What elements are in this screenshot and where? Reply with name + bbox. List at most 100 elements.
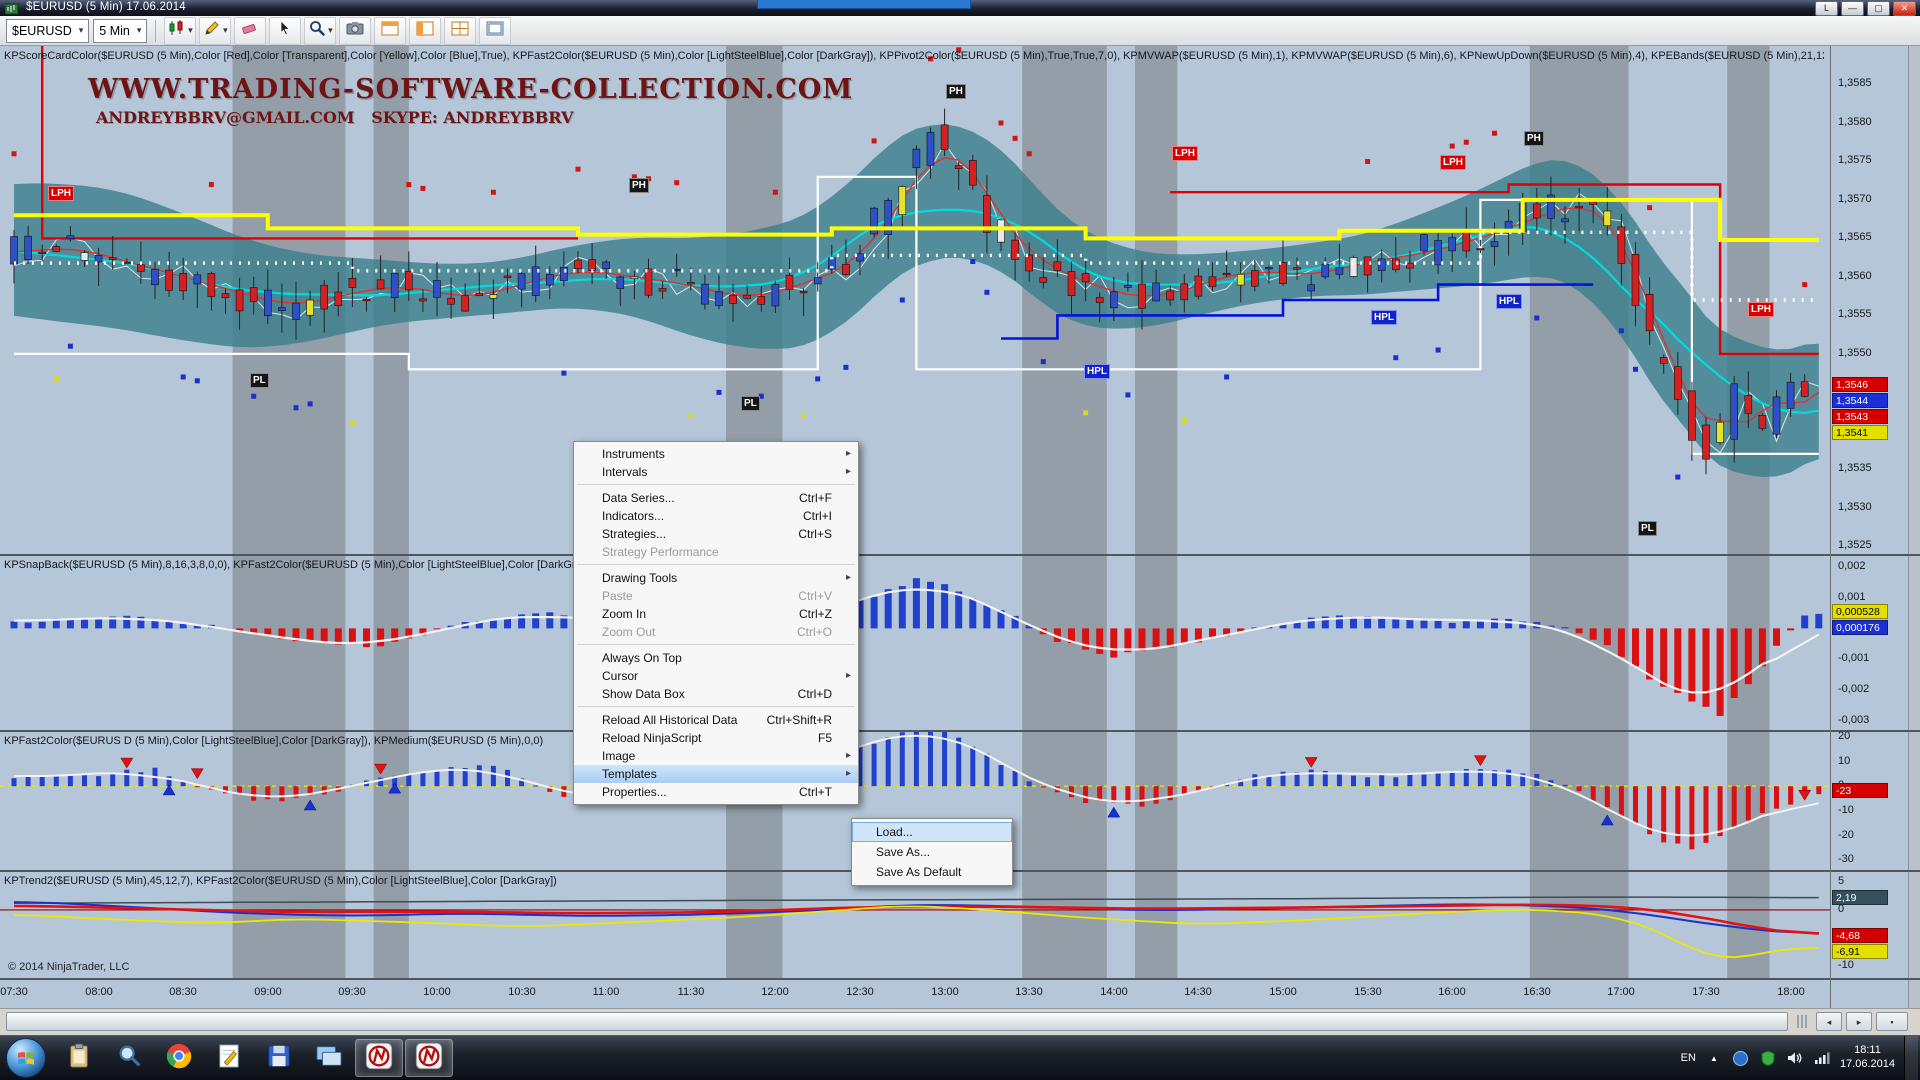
menu-item-image[interactable]: Image▸ <box>574 747 858 765</box>
menu-item-label: Zoom Out <box>602 625 655 639</box>
clock-date: 17.06.2014 <box>1840 1058 1895 1072</box>
taskbar-icon-clipboard[interactable] <box>55 1039 103 1077</box>
lock-button[interactable]: L <box>1815 1 1838 16</box>
price-label: 1,3535 <box>1838 462 1908 474</box>
cursor-button[interactable] <box>269 17 301 45</box>
price-label: 1,3585 <box>1838 77 1908 89</box>
taskbar-icon-notepad[interactable] <box>205 1039 253 1077</box>
zoom-icon <box>308 19 326 42</box>
chevron-down-icon: ▾ <box>328 25 333 36</box>
horizontal-scrollbar[interactable]: ◂ ▸ ▪ <box>0 1008 1920 1035</box>
taskbar-icon-screens[interactable] <box>305 1039 353 1077</box>
time-label: 11:30 <box>669 986 713 998</box>
menu-item-label: Zoom In <box>602 607 646 621</box>
menu-item-instruments[interactable]: Instruments▸ <box>574 445 858 463</box>
maximize-button[interactable]: ▢ <box>1867 1 1890 16</box>
chart-annotation-ph: PH <box>946 84 966 99</box>
show-desktop-button[interactable] <box>1904 1036 1918 1080</box>
panel-divider[interactable] <box>0 554 1920 556</box>
menu-item-show-data-box[interactable]: Show Data BoxCtrl+D <box>574 685 858 703</box>
taskbar-icon-ninjatrader-2[interactable] <box>405 1039 453 1077</box>
app-icon <box>5 2 19 13</box>
time-label: 09:00 <box>246 986 290 998</box>
show-hidden-icons[interactable]: ▲ <box>1705 1049 1723 1067</box>
tray-app-icon[interactable] <box>1732 1049 1750 1067</box>
menu-item-label: Always On Top <box>602 651 682 665</box>
panel4-indicator-header: KPTrend2($EURUSD (5 Min),45,12,7), KPFas… <box>4 875 557 887</box>
price-label: -30 <box>1838 853 1908 865</box>
pencil-button[interactable]: ▾ <box>199 17 231 45</box>
language-indicator[interactable]: EN <box>1681 1052 1696 1064</box>
zoom-button[interactable]: ▾ <box>304 17 336 45</box>
price-axis-border <box>1830 46 1831 1008</box>
layout-3-button[interactable] <box>444 17 476 45</box>
menu-item-properties[interactable]: Properties...Ctrl+T <box>574 783 858 801</box>
price-label: -0,002 <box>1838 683 1908 695</box>
ninjatrader-icon <box>415 1042 443 1075</box>
taskbar-icon-ninjatrader[interactable] <box>355 1039 403 1077</box>
scrollbar-thumb[interactable] <box>6 1012 1788 1031</box>
taskbar-icon-search[interactable] <box>105 1039 153 1077</box>
price-value-box: -23 <box>1832 783 1888 798</box>
chart-annotation-ph: PH <box>629 178 649 193</box>
menu-item-cursor[interactable]: Cursor▸ <box>574 667 858 685</box>
interval-selector[interactable]: 5 Min ▾ <box>93 19 147 43</box>
menu-item-strategy-performance: Strategy Performance <box>574 543 858 561</box>
menu-item-indicators[interactable]: Indicators...Ctrl+I <box>574 507 858 525</box>
menu-item-shortcut: F5 <box>818 729 832 747</box>
menu-item-label: Load... <box>876 825 913 839</box>
menu-item-label: Image <box>602 749 635 763</box>
price-label: 1,3565 <box>1838 231 1908 243</box>
start-button[interactable] <box>6 1038 46 1078</box>
scrollbar-corner-button[interactable]: ▪ <box>1876 1012 1908 1031</box>
volume-icon[interactable] <box>1786 1049 1804 1067</box>
menu-item-zoom-out: Zoom OutCtrl+O <box>574 623 858 641</box>
time-label: 10:00 <box>415 986 459 998</box>
clipboard-icon <box>66 1041 92 1076</box>
panel-divider[interactable] <box>0 730 1920 732</box>
menu-item-always-on-top[interactable]: Always On Top <box>574 649 858 667</box>
menu-item-data-series[interactable]: Data Series...Ctrl+F <box>574 489 858 507</box>
antivirus-icon[interactable] <box>1759 1049 1777 1067</box>
minimize-button[interactable]: — <box>1841 1 1864 16</box>
submenu-item-save-as[interactable]: Save As... <box>852 842 1012 862</box>
menu-item-reload-ninjascript[interactable]: Reload NinjaScriptF5 <box>574 729 858 747</box>
camera-button[interactable] <box>339 17 371 45</box>
chart-annotation-lph: LPH <box>1172 146 1198 161</box>
time-label: 14:00 <box>1092 986 1136 998</box>
layout-2-button[interactable] <box>409 17 441 45</box>
instrument-selector[interactable]: $EURUSD ▾ <box>6 19 89 43</box>
taskbar-icon-chrome[interactable] <box>155 1039 203 1077</box>
price-label: -20 <box>1838 829 1908 841</box>
scrollbar-grip[interactable] <box>1797 1015 1799 1028</box>
eraser-button[interactable] <box>234 17 266 45</box>
layout-1-button[interactable] <box>374 17 406 45</box>
time-label: 13:00 <box>923 986 967 998</box>
system-tray[interactable]: EN ▲ 18:11 17.06.2014 <box>1681 1036 1920 1080</box>
menu-item-strategies[interactable]: Strategies...Ctrl+S <box>574 525 858 543</box>
close-button[interactable]: ✕ <box>1893 1 1916 16</box>
menu-item-label: Indicators... <box>602 509 664 523</box>
kpsnapback-panel-chart[interactable] <box>0 556 1830 730</box>
menu-item-zoom-in[interactable]: Zoom InCtrl+Z <box>574 605 858 623</box>
taskbar-clock[interactable]: 18:11 17.06.2014 <box>1840 1044 1895 1072</box>
submenu-item-load[interactable]: Load... <box>852 822 1012 842</box>
menu-item-reload-all-historical-data[interactable]: Reload All Historical DataCtrl+Shift+R <box>574 711 858 729</box>
chart-style-button[interactable]: ▾ <box>164 17 196 45</box>
scrollbar-grip[interactable] <box>1805 1015 1807 1028</box>
scrollbar-grip[interactable] <box>1801 1015 1803 1028</box>
menu-item-intervals[interactable]: Intervals▸ <box>574 463 858 481</box>
network-icon[interactable] <box>1813 1049 1831 1067</box>
layout-4-button[interactable] <box>479 17 511 45</box>
scroll-left-button[interactable]: ◂ <box>1816 1012 1842 1031</box>
panel3-indicator-header: KPFast2Color($EURUS D (5 Min),Color [Lig… <box>4 735 543 747</box>
taskbar-icon-save[interactable] <box>255 1039 303 1077</box>
submenu-item-save-as-default[interactable]: Save As Default <box>852 862 1012 882</box>
camera-icon <box>346 20 364 41</box>
scroll-right-button[interactable]: ▸ <box>1846 1012 1872 1031</box>
menu-item-templates[interactable]: Templates▸ <box>574 765 858 783</box>
menu-item-label: Intervals <box>602 465 647 479</box>
kptrend2-panel-chart[interactable] <box>0 872 1830 978</box>
toolbar: $EURUSD ▾ 5 Min ▾ ▾▾▾ <box>0 16 1920 46</box>
menu-item-drawing-tools[interactable]: Drawing Tools▸ <box>574 569 858 587</box>
